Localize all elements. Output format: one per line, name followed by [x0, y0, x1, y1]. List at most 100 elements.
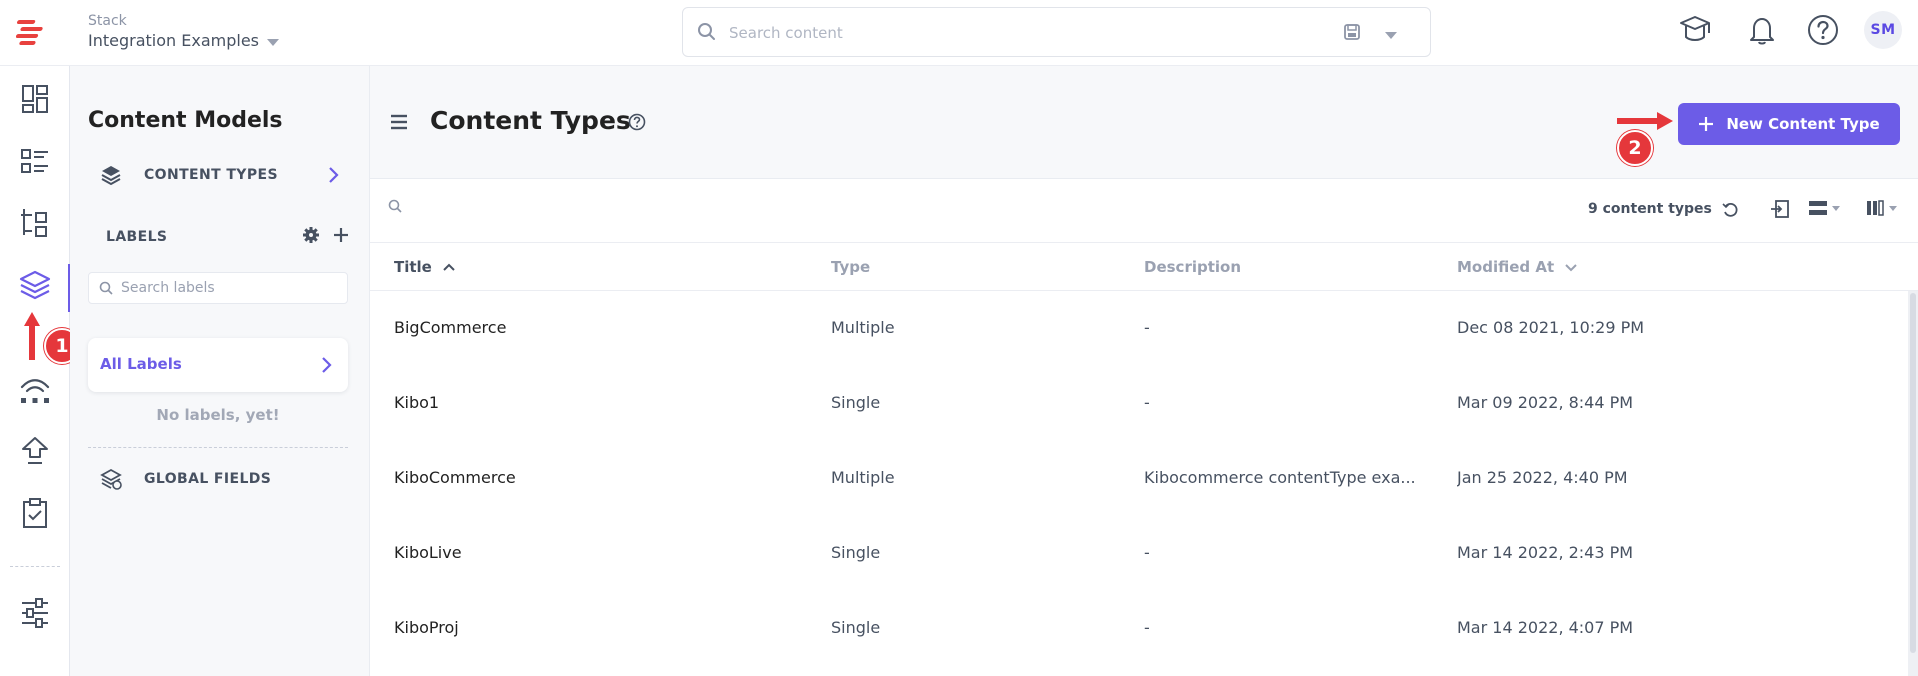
rail-divider — [10, 566, 60, 567]
import-icon[interactable] — [1770, 199, 1790, 219]
rail-content-models[interactable] — [16, 266, 54, 304]
table-row[interactable]: KiboProj Single - Mar 14 2022, 4:07 PM — [370, 591, 1918, 666]
releases-icon — [20, 379, 50, 403]
rail-releases[interactable] — [16, 370, 54, 408]
search-input[interactable] — [729, 22, 1289, 44]
app-window: Stack Integration Examples Search conten… — [0, 0, 1918, 676]
label-search[interactable] — [88, 272, 348, 304]
column-type[interactable]: Type — [831, 258, 870, 276]
table-row[interactable]: Kibo1 Single - Mar 09 2022, 8:44 PM — [370, 366, 1918, 441]
notifications-bell-icon[interactable] — [1745, 13, 1779, 47]
chevron-right-icon — [322, 357, 332, 373]
page-header: Content Types 2 New Content Type — [370, 66, 1918, 179]
saved-search-icon[interactable] — [1343, 23, 1361, 41]
row-density-icon[interactable] — [1808, 199, 1842, 217]
help-icon[interactable] — [1806, 13, 1840, 47]
column-modified-label: Modified At — [1457, 258, 1555, 276]
column-title[interactable]: Title — [394, 258, 456, 276]
labels-heading: LABELS — [106, 229, 168, 245]
row-title[interactable]: KiboLive — [394, 543, 814, 562]
dashboard-icon — [22, 85, 48, 113]
scrollbar-thumb[interactable] — [1910, 293, 1916, 653]
refresh-icon[interactable] — [1722, 202, 1738, 218]
chevron-right-icon[interactable] — [326, 166, 340, 184]
new-content-type-button[interactable]: New Content Type — [1678, 103, 1900, 145]
top-bar: Stack Integration Examples Search conten… — [0, 0, 1918, 66]
main-content: Content Types 2 New Content Type 9 conte… — [370, 66, 1918, 676]
contentstack-logo-icon[interactable] — [16, 14, 52, 50]
new-content-type-label: New Content Type — [1726, 115, 1880, 133]
nav-content-types[interactable]: CONTENT TYPES — [100, 164, 278, 186]
caret-down-icon — [267, 38, 279, 46]
assets-icon — [21, 209, 47, 237]
search-icon — [698, 23, 715, 40]
row-title[interactable]: Kibo1 — [394, 393, 814, 412]
row-type: Single — [831, 393, 881, 412]
annotation-arrow-right-icon — [1617, 112, 1673, 130]
search-icon — [99, 281, 113, 295]
stack-label: Stack — [88, 13, 127, 29]
rail-settings[interactable] — [16, 594, 54, 632]
search-options-caret-icon[interactable] — [1385, 32, 1397, 39]
page-title: Content Types — [430, 106, 631, 135]
nav-global-fields-label: GLOBAL FIELDS — [144, 471, 272, 487]
rail-tasks[interactable] — [16, 494, 54, 532]
row-modified: Mar 09 2022, 8:44 PM — [1457, 393, 1634, 412]
rail-dashboard[interactable] — [16, 80, 54, 118]
settings-sliders-icon — [22, 598, 48, 628]
row-title[interactable]: KiboProj — [394, 618, 814, 637]
row-description: Kibocommerce contentType exa... — [1144, 468, 1416, 487]
plus-icon — [1699, 117, 1714, 131]
stack-name[interactable]: Integration Examples — [88, 30, 279, 52]
search-icon[interactable] — [388, 199, 403, 214]
row-modified: Mar 14 2022, 2:43 PM — [1457, 543, 1634, 562]
row-modified: Mar 14 2022, 4:07 PM — [1457, 618, 1634, 637]
rail-publish-queue[interactable] — [16, 432, 54, 470]
nav-content-types-label: CONTENT TYPES — [144, 167, 278, 183]
content-search[interactable] — [682, 7, 1431, 57]
label-search-input[interactable] — [121, 280, 336, 296]
panel-divider — [88, 447, 348, 448]
table-row[interactable]: KiboCommerce Multiple Kibocommerce conte… — [370, 441, 1918, 516]
row-title[interactable]: KiboCommerce — [394, 468, 814, 487]
column-type-label: Type — [831, 258, 871, 276]
column-description[interactable]: Description — [1144, 258, 1241, 276]
column-modified-at[interactable]: Modified At — [1457, 258, 1578, 276]
content-type-count: 9 content types — [1588, 201, 1712, 217]
all-labels-item[interactable]: All Labels — [88, 338, 348, 392]
row-description: - — [1144, 543, 1150, 562]
all-labels-text: All Labels — [100, 355, 182, 373]
row-type: Multiple — [831, 318, 895, 337]
tasks-icon — [23, 498, 47, 528]
table-scrollbar[interactable] — [1908, 291, 1918, 676]
nav-global-fields[interactable]: GLOBAL FIELDS — [100, 468, 271, 490]
row-title[interactable]: BigCommerce — [394, 318, 814, 337]
content-models-icon — [19, 270, 51, 300]
list-toolbar: 9 content types — [370, 179, 1918, 243]
annotation-badge-2: 2 — [1617, 130, 1653, 166]
help-circle-icon[interactable] — [628, 113, 646, 131]
panel-title: Content Models — [88, 108, 283, 133]
hamburger-menu-icon[interactable] — [390, 113, 408, 131]
rail-assets[interactable] — [16, 204, 54, 242]
row-modified: Dec 08 2021, 10:29 PM — [1457, 318, 1645, 337]
row-description: - — [1144, 393, 1150, 412]
row-description: - — [1144, 618, 1150, 637]
table-row[interactable]: BigCommerce Multiple - Dec 08 2021, 10:2… — [370, 291, 1918, 366]
columns-view-icon[interactable] — [1866, 199, 1900, 217]
table-row[interactable]: KiboLive Single - Mar 14 2022, 2:43 PM — [370, 516, 1918, 591]
labels-settings-gear-icon[interactable] — [302, 226, 320, 244]
stack-name-text: Integration Examples — [88, 31, 259, 50]
user-avatar[interactable]: SM — [1864, 11, 1902, 49]
add-label-plus-icon[interactable] — [332, 226, 350, 244]
row-type: Multiple — [831, 468, 895, 487]
no-labels-message: No labels, yet! — [156, 406, 280, 424]
global-fields-icon — [100, 468, 122, 490]
chevron-down-icon — [1565, 264, 1577, 272]
column-description-label: Description — [1144, 258, 1242, 276]
rail-entries[interactable] — [16, 142, 54, 180]
row-description: - — [1144, 318, 1150, 337]
sort-ascending-icon — [443, 263, 455, 271]
stack-switcher[interactable]: Stack Integration Examples — [88, 12, 279, 52]
academy-hat-icon[interactable] — [1678, 13, 1712, 47]
